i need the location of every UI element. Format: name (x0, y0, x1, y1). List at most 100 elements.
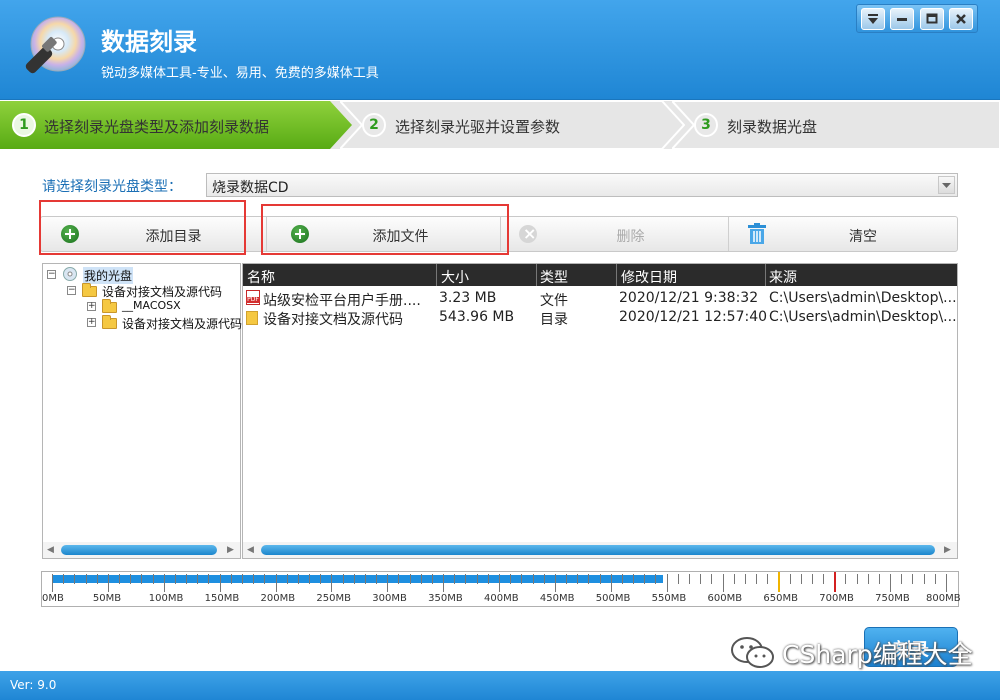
capacity-tick (901, 574, 903, 584)
app-header: 数据刻录 锐动多媒体工具-专业、易用、免费的多媒体工具 (0, 0, 1000, 100)
minimize-button[interactable] (890, 8, 914, 30)
column-divider[interactable] (616, 264, 617, 286)
capacity-tick (342, 574, 344, 584)
clear-button[interactable]: 清空 (729, 217, 957, 251)
tree-root[interactable]: − 我的光盘 (45, 266, 235, 284)
capacity-tick (320, 574, 322, 584)
capacity-tick (152, 574, 154, 584)
capacity-tick-label: 0MB (42, 593, 64, 604)
capacity-tick (443, 574, 445, 592)
disc-icon (63, 267, 77, 281)
capacity-tick (856, 574, 858, 584)
column-divider[interactable] (765, 264, 766, 286)
scroll-right-icon[interactable]: ▶ (944, 545, 951, 555)
capacity-tick (588, 574, 590, 584)
file-source: C:\Users\admin\Desktop\... (769, 290, 957, 306)
watermark: CSharp编程大全 (730, 634, 990, 670)
capacity-tick (186, 574, 188, 584)
collapse-icon[interactable]: − (47, 270, 56, 279)
capacity-used-bar (52, 575, 664, 583)
menu-button[interactable] (861, 8, 885, 30)
step-1-number: 1 (12, 113, 36, 137)
tree-subfolder[interactable]: + __MACOSX (85, 298, 235, 314)
column-type[interactable]: 类型 (540, 267, 568, 287)
app-title: 数据刻录 (101, 28, 197, 56)
tree-folder[interactable]: − 设备对接文档及源代码 (65, 282, 235, 299)
capacity-tick (633, 574, 635, 584)
capacity-tick (789, 574, 791, 584)
step-3-label: 刻录数据光盘 (727, 118, 818, 136)
expand-icon[interactable]: + (87, 302, 96, 311)
file-row[interactable]: 站级安检平台用户手册.... 3.23 MB 文件 2020/12/21 9:3… (243, 289, 957, 309)
capacity-tick (890, 574, 892, 592)
disc-type-select[interactable]: 烧录数据CD (206, 173, 958, 197)
disc-tree-panel: − 我的光盘 − 设备对接文档及源代码 + __MACOSX + 设备对接文档及… (42, 263, 242, 559)
step-1-label: 选择刻录光盘类型及添加刻录数据 (44, 118, 270, 136)
scroll-left-icon[interactable]: ◀ (247, 545, 254, 555)
folder-icon (246, 311, 258, 325)
capacity-tick (800, 574, 802, 584)
capacity-tick (554, 574, 556, 592)
capacity-tick (823, 574, 825, 584)
scroll-thumb[interactable] (261, 545, 935, 555)
file-row[interactable]: 设备对接文档及源代码 543.96 MB 目录 2020/12/21 12:57… (243, 308, 957, 328)
capacity-tick (465, 574, 467, 584)
capacity-tick (52, 574, 53, 592)
dropdown-arrow-icon[interactable] (938, 176, 955, 194)
capacity-tick (409, 574, 411, 584)
window-controls (856, 4, 978, 33)
capacity-tick (398, 574, 400, 584)
capacity-tick (521, 574, 523, 584)
file-size: 543.96 MB (439, 309, 515, 325)
close-button[interactable] (949, 8, 973, 30)
file-list-panel: 名称 大小 类型 修改日期 来源 站级安检平台用户手册.... 3.23 MB … (242, 263, 958, 559)
capacity-tick (510, 574, 512, 584)
capacity-tick (644, 574, 646, 584)
column-divider[interactable] (436, 264, 437, 286)
list-horizontal-scrollbar[interactable]: ◀ ▶ (243, 542, 957, 558)
capacity-tick (532, 574, 534, 584)
app-subtitle: 锐动多媒体工具-专业、易用、免费的多媒体工具 (101, 66, 379, 81)
capacity-tick (297, 574, 299, 584)
scroll-thumb[interactable] (61, 545, 217, 555)
step-1[interactable]: 1 选择刻录光盘类型及添加刻录数据 (0, 101, 352, 149)
collapse-icon[interactable]: − (67, 286, 76, 295)
column-divider[interactable] (536, 264, 537, 286)
tree-subfolder-label: __MACOSX (122, 299, 181, 312)
capacity-tick (309, 574, 311, 584)
scroll-left-icon[interactable]: ◀ (47, 545, 54, 555)
step-2[interactable]: 2 选择刻录光驱并设置参数 (340, 101, 685, 149)
maximize-button[interactable] (920, 8, 944, 30)
capacity-tick (878, 574, 880, 584)
capacity-tick-label: 600MB (707, 593, 743, 604)
capacity-tick (454, 574, 456, 584)
capacity-tick (499, 574, 500, 592)
column-date[interactable]: 修改日期 (621, 267, 677, 287)
step-2-label: 选择刻录光驱并设置参数 (395, 118, 561, 136)
capacity-tick-label: 450MB (539, 593, 575, 604)
delete-button[interactable]: 删除 (503, 217, 729, 251)
tree-subfolder[interactable]: + 设备对接文档及源代码 (85, 314, 242, 331)
capacity-tick (666, 574, 668, 592)
expand-icon[interactable]: + (87, 318, 96, 327)
highlight-add-directory (39, 200, 246, 255)
column-name[interactable]: 名称 (247, 267, 275, 287)
capacity-tick (577, 574, 579, 584)
capacity-tick (711, 574, 713, 584)
capacity-tick (543, 574, 545, 584)
capacity-tick (253, 574, 255, 584)
column-size[interactable]: 大小 (441, 267, 469, 287)
folder-icon (82, 283, 97, 297)
step-3[interactable]: 3 刻录数据光盘 (672, 101, 1000, 149)
scroll-right-icon[interactable]: ▶ (227, 545, 234, 555)
tree-horizontal-scrollbar[interactable]: ◀ ▶ (43, 542, 240, 558)
capacity-tick (286, 574, 288, 584)
capacity-tick-label: 150MB (204, 593, 240, 604)
disc-type-value: 烧录数据CD (212, 180, 289, 196)
column-source[interactable]: 来源 (769, 267, 797, 287)
capacity-tick (700, 574, 702, 584)
highlight-add-file (261, 204, 509, 255)
capacity-tick (119, 574, 121, 584)
capacity-tick (275, 574, 277, 592)
disc-burn-logo-icon (25, 16, 86, 74)
